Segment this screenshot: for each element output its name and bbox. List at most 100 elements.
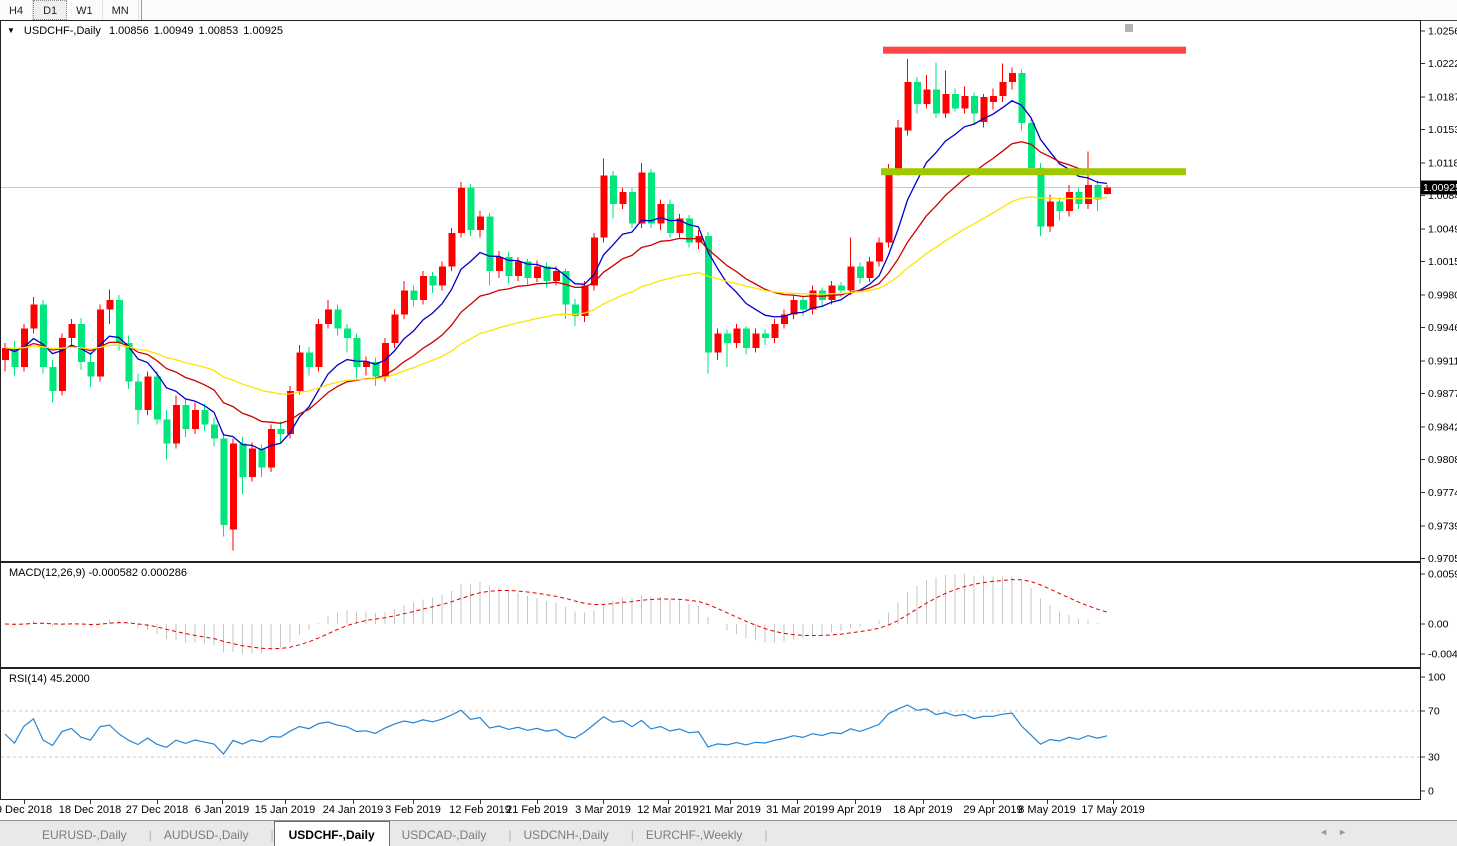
candle-body <box>790 299 798 315</box>
date-axis-label: 15 Jan 2019 <box>254 804 316 816</box>
candle-body <box>1094 185 1102 200</box>
tab-usdcad-daily[interactable]: USDCAD-,Daily <box>390 823 512 846</box>
candle-body <box>116 299 123 343</box>
macd-indicator-panel[interactable]: 0.00597 0.00 -0.00424 <box>0 562 1457 668</box>
date-axis-label: 3 Mar 2019 <box>575 804 631 816</box>
price-axis-label: 1.01180 <box>1428 158 1457 170</box>
main-price-chart[interactable]: 1.02560 1.02220 1.01870 1.01530 1.01180 1.008… <box>0 20 1457 562</box>
candle-body <box>534 266 541 278</box>
candle-body <box>819 290 826 300</box>
candle-body <box>952 94 959 109</box>
candle-body <box>410 290 418 300</box>
candle-body <box>173 405 180 444</box>
candle-body <box>515 261 522 277</box>
ohlc-open: 1.00856 <box>108 25 149 37</box>
tab-usdchf-daily[interactable]: USDCHF-,Daily <box>273 821 390 846</box>
candle-body <box>1066 191 1073 211</box>
macd-label: MACD(12,26,9) -0.000582 0.000286 <box>9 567 187 579</box>
candle-body <box>429 276 437 286</box>
candle-body <box>866 261 874 278</box>
chart-title: ▼ USDCHF-,Daily 1.00856 1.00949 1.00853 1.00… <box>7 25 283 37</box>
timeframe-button-w1[interactable]: W1 <box>67 0 103 20</box>
price-axis-label: 0.98080 <box>1428 454 1457 466</box>
candle-body <box>496 256 503 272</box>
rsi-axis-label: 0 <box>1428 786 1434 798</box>
candle-body <box>847 266 855 291</box>
candle-body <box>1056 201 1064 211</box>
candle-body <box>486 216 494 272</box>
rsi-indicator-panel[interactable]: 100 70 30 0 <box>0 668 1457 800</box>
timeframe-button-mn[interactable]: MN <box>103 0 139 20</box>
resistance-line[interactable] <box>883 46 1186 54</box>
timeframe-button-d1[interactable]: D1 <box>33 0 68 20</box>
date-axis-label: 27 Dec 2018 <box>125 804 189 816</box>
chart-shift-marker[interactable] <box>1125 24 1133 32</box>
symbol-dropdown-icon[interactable]: ▼ <box>7 26 15 35</box>
mt4-chart-window: H4D1W1MN 1.025601.022201.018701.015301.0… <box>0 0 1457 846</box>
macd-axis-label: -0.00424 <box>1428 649 1457 661</box>
candle-body <box>961 96 969 109</box>
chart-tabs: EURUSD-,DailyAUDUSD-,DailyUSDCHF-,DailyU… <box>30 821 768 846</box>
candle-body <box>923 89 931 104</box>
candle-body <box>458 187 465 233</box>
date-axis-label: 24 Jan 2019 <box>322 804 384 816</box>
date-axis-label: 31 Mar 2019 <box>766 804 828 816</box>
tab-eurchf-weekly[interactable]: EURCHF-,Weekly <box>634 823 768 846</box>
current-price-badge-text: 1.00925 <box>1423 182 1457 194</box>
date-axis-label: 21 Mar 2019 <box>699 804 761 816</box>
candle-body <box>258 448 266 468</box>
price-axis-label: 0.99110 <box>1428 356 1457 368</box>
tab-usdcnh-daily[interactable]: USDCNH-,Daily <box>511 823 633 846</box>
rsi-name: RSI(14) <box>9 673 47 685</box>
candle-body <box>914 81 921 104</box>
candle-body <box>743 328 750 348</box>
price-axis-label: 1.02560 <box>1428 26 1457 38</box>
ohlc-high: 1.00949 <box>153 25 194 37</box>
rsi-axis-label: 70 <box>1428 706 1440 718</box>
date-axis-label: 12 Mar 2019 <box>637 804 699 816</box>
candle-body <box>59 338 66 391</box>
candle-body <box>344 328 351 339</box>
candle-body <box>1037 167 1045 227</box>
support-line[interactable] <box>881 168 1186 176</box>
macd-axis-label: 0.00597 <box>1428 569 1457 581</box>
price-axis-label: 0.97050 <box>1428 553 1457 562</box>
candle-body <box>477 216 484 231</box>
price-axis-label: 1.01870 <box>1428 92 1457 104</box>
candle-body <box>857 266 864 278</box>
price-axis-label: 0.99800 <box>1428 290 1457 302</box>
candle-body <box>296 352 304 391</box>
macd-value-signal: 0.000286 <box>141 567 187 579</box>
macd-value-main: -0.000582 <box>88 567 139 579</box>
price-axis-label: 0.98770 <box>1428 388 1457 400</box>
ohlc-close: 1.00925 <box>243 25 284 37</box>
candle-body <box>220 438 228 525</box>
toolbar-divider <box>140 0 142 20</box>
tab-scroll-right-icon[interactable]: ► <box>1338 827 1357 837</box>
candle-body <box>201 409 209 425</box>
candle-body <box>211 424 218 439</box>
timeframe-button-h4[interactable]: H4 <box>0 0 34 20</box>
tab-scroll-arrows: ◄► <box>1319 827 1357 837</box>
tab-scroll-left-icon[interactable]: ◄ <box>1319 827 1338 837</box>
candle-body <box>762 333 769 339</box>
candle-body <box>619 191 627 205</box>
candle-body <box>1104 187 1111 195</box>
candle-body <box>239 443 247 477</box>
candle-body <box>885 170 893 243</box>
candle-body <box>828 285 836 300</box>
candle-body <box>325 309 332 324</box>
candle-body <box>40 304 47 367</box>
tab-audusd-daily[interactable]: AUDUSD-,Daily <box>152 823 274 846</box>
date-axis-label: 9 Apr 2019 <box>828 804 882 816</box>
candle-body <box>448 232 456 267</box>
date-axis-label: 18 Apr 2019 <box>893 804 953 816</box>
tab-eurusd-daily[interactable]: EURUSD-,Daily <box>30 823 152 846</box>
candle-body <box>667 204 674 233</box>
candle-body <box>30 304 38 329</box>
timeframe-toolbar: H4 D1 W1 MN <box>0 0 1457 21</box>
date-axis-label: 18 Dec 2018 <box>58 804 122 816</box>
price-axis-label: 1.00150 <box>1428 256 1457 268</box>
price-axis-label: 1.00490 <box>1428 224 1457 236</box>
macd-axis-label: 0.00 <box>1428 618 1449 630</box>
